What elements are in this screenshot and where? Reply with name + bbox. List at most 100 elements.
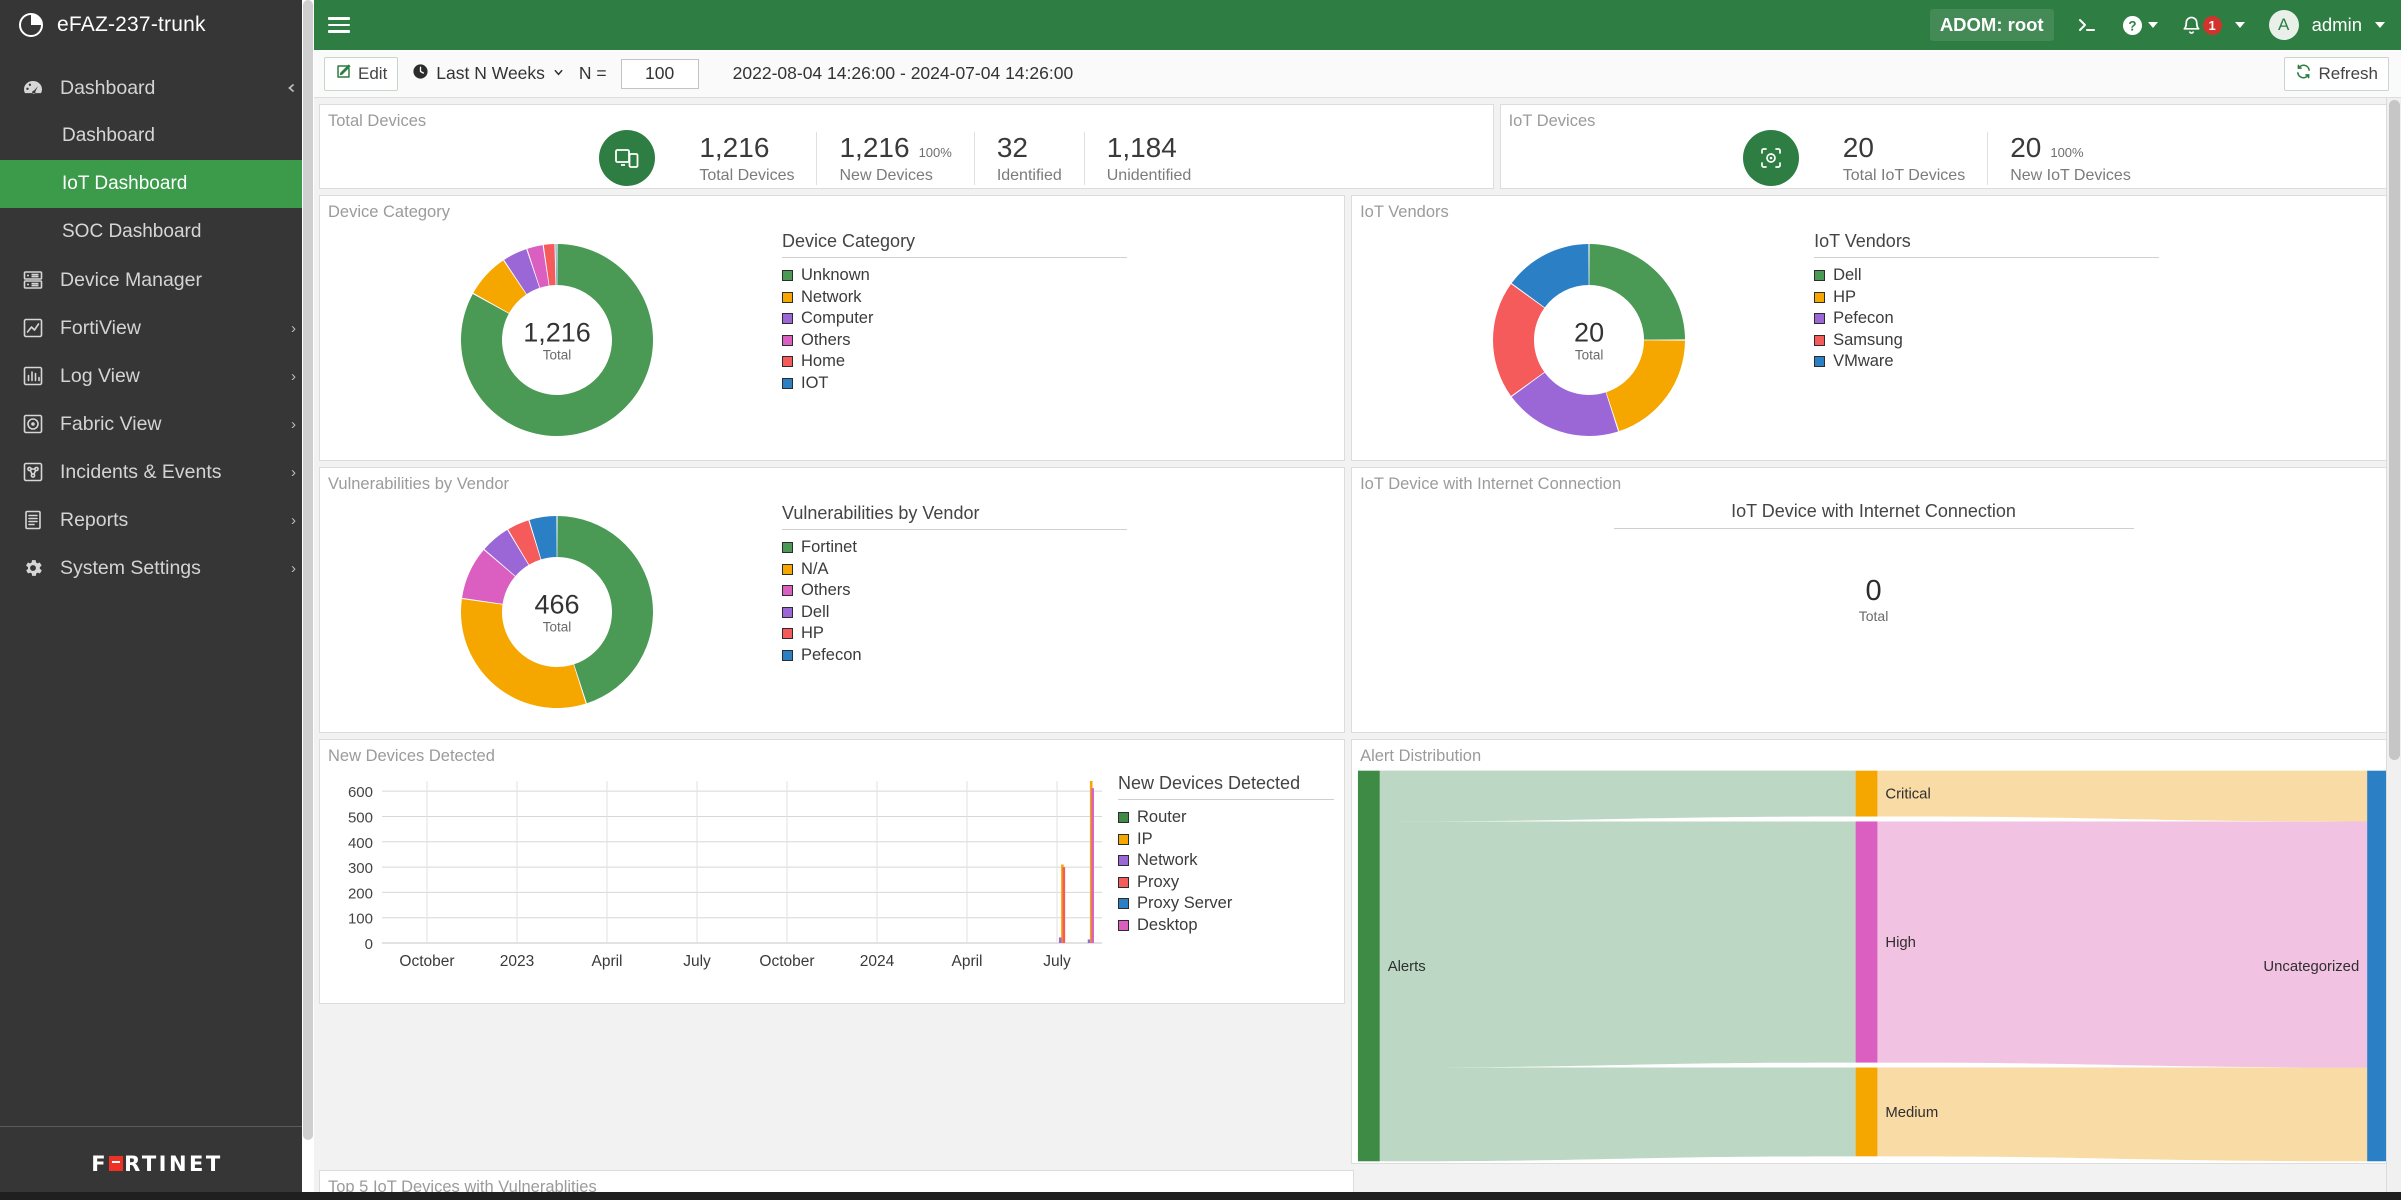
- dashboard-toolbar: Edit Last N Weeks N = 2022-08-04 14:26:0…: [314, 50, 2401, 98]
- legend-label: Others: [801, 330, 851, 349]
- dashboard-icon: [20, 75, 46, 101]
- stat-value: 20: [2010, 131, 2042, 163]
- time-period-selector[interactable]: Last N Weeks: [412, 63, 565, 85]
- alert-distribution-sankey[interactable]: Alerts Critical High Medium Uncategorized: [1352, 765, 2395, 1163]
- panel-iot-internet-connection: IoT Device with Internet Connection IoT …: [1351, 467, 2396, 733]
- legend-title: Vulnerabilities by Vendor: [782, 503, 1127, 531]
- legend-item[interactable]: HP: [1814, 287, 2159, 309]
- sidebar-item-fabric-view[interactable]: Fabric View ›: [0, 400, 314, 448]
- panel-title: Alert Distribution: [1360, 747, 1482, 765]
- sankey-link[interactable]: [1877, 770, 2368, 822]
- dashboard-content: Total Devices 1,216 Total Devices 1,216 …: [314, 98, 2401, 1200]
- legend-item[interactable]: HP: [782, 623, 1127, 645]
- donut-slice[interactable]: [555, 243, 557, 285]
- sidebar-item-device-manager[interactable]: Device Manager: [0, 256, 314, 304]
- new-devices-line-chart[interactable]: 0 100 200 300 400 500 600 October 2023 April July O…: [324, 767, 1114, 999]
- legend-item[interactable]: Pefecon: [782, 645, 1127, 667]
- sankey-node-high[interactable]: [1855, 821, 1878, 1063]
- legend-item[interactable]: Proxy: [1118, 871, 1334, 893]
- legend-item[interactable]: Dell: [1814, 265, 2159, 287]
- refresh-icon: [2295, 63, 2312, 85]
- legend-swatch: [782, 649, 793, 661]
- sankey-node-medium[interactable]: [1855, 1067, 1878, 1157]
- refresh-button[interactable]: Refresh: [2284, 56, 2389, 91]
- sankey-link[interactable]: [1877, 1067, 2368, 1162]
- legend-item[interactable]: Pefecon: [1814, 308, 2159, 330]
- chevron-right-icon: ›: [291, 415, 296, 433]
- notifications-menu[interactable]: 1: [2182, 15, 2245, 36]
- vulns-by-vendor-legend: Vulnerabilities by Vendor Fortinet N/A Oth…: [782, 497, 1127, 726]
- legend-item[interactable]: Fortinet: [782, 537, 1127, 559]
- edit-button[interactable]: Edit: [324, 56, 399, 91]
- donut-slice[interactable]: [1606, 339, 1686, 431]
- pie-logo-icon: [18, 12, 44, 38]
- sankey-link[interactable]: [1379, 821, 1856, 1068]
- y-axis-tick-label: 400: [348, 835, 373, 852]
- sankey-node-critical[interactable]: [1855, 770, 1878, 817]
- legend-item[interactable]: Unknown: [782, 265, 1127, 287]
- sankey-link[interactable]: [1379, 1067, 1856, 1162]
- legend-item[interactable]: Router: [1118, 807, 1334, 829]
- sidebar-item-incidents-events[interactable]: Incidents & Events ›: [0, 448, 314, 496]
- fabric-view-icon: [20, 411, 46, 437]
- donut-row-1: Device Category 1,216 Total Device Categ…: [319, 195, 2396, 461]
- help-icon: ?: [2122, 15, 2143, 36]
- device-category-donut[interactable]: 1,216 Total: [332, 225, 782, 454]
- vulns-by-vendor-donut[interactable]: 466 Total: [332, 497, 782, 726]
- sankey-link[interactable]: [1877, 821, 2368, 1068]
- help-menu[interactable]: ?: [2122, 15, 2158, 36]
- stat-value: 1,184: [1106, 131, 1177, 163]
- legend-label: IOT: [801, 373, 829, 392]
- legend-item[interactable]: Dell: [782, 602, 1127, 624]
- legend-item[interactable]: Samsung: [1814, 330, 2159, 352]
- sidebar-subitem-label: SOC Dashboard: [62, 221, 202, 242]
- y-axis-tick-label: 500: [348, 810, 373, 827]
- sidebar-scrollbar[interactable]: [302, 0, 314, 1200]
- sidebar-subitem-soc-dashboard[interactable]: SOC Dashboard: [0, 208, 314, 256]
- iot-vendors-donut[interactable]: 20 Total: [1364, 225, 1814, 454]
- legend-item[interactable]: Desktop: [1118, 914, 1334, 936]
- sidebar-subitem-dashboard[interactable]: Dashboard: [0, 112, 314, 160]
- legend-label: HP: [1833, 287, 1856, 306]
- incidents-events-icon: [20, 459, 46, 485]
- app-root: eFAZ-237-trunk Dashboard Dashboard IoT D…: [0, 0, 2401, 1200]
- chart-row: New Devices Detected 0 100 200 300 400 500 600…: [319, 739, 2396, 1164]
- total-label: Total: [1858, 608, 1889, 625]
- legend-item[interactable]: Proxy Server: [1118, 893, 1334, 915]
- device-manager-icon: [20, 267, 46, 293]
- sidebar-item-fortiview[interactable]: FortiView ›: [0, 304, 314, 352]
- sidebar-item-reports[interactable]: Reports ›: [0, 496, 314, 544]
- legend-item[interactable]: IOT: [782, 373, 1127, 395]
- legend-item[interactable]: Home: [782, 351, 1127, 373]
- legend-item[interactable]: Computer: [782, 308, 1127, 330]
- user-menu[interactable]: A admin: [2268, 10, 2385, 40]
- legend-item[interactable]: Network: [782, 287, 1127, 309]
- cli-console-icon[interactable]: [2076, 15, 2098, 35]
- legend-item[interactable]: VMware: [1814, 351, 2159, 373]
- sidebar-item-dashboard[interactable]: Dashboard: [0, 64, 314, 112]
- legend-label: Proxy Server: [1137, 894, 1233, 913]
- legend-swatch: [782, 563, 793, 575]
- main-area: ADOM: root ? 1 A admin Edit Last N Weeks…: [314, 0, 2401, 1200]
- sankey-link[interactable]: [1379, 770, 1856, 822]
- adom-selector[interactable]: ADOM: root: [1929, 9, 2054, 41]
- donut-slice[interactable]: [461, 598, 586, 708]
- hamburger-icon[interactable]: [328, 10, 358, 40]
- chevron-down-icon: [2234, 22, 2245, 28]
- legend-item[interactable]: IP: [1118, 828, 1334, 850]
- sidebar-item-log-view[interactable]: Log View ›: [0, 352, 314, 400]
- sidebar-subitem-iot-dashboard[interactable]: IoT Dashboard: [0, 160, 314, 208]
- legend-item[interactable]: Network: [1118, 850, 1334, 872]
- sankey-label-high: High: [1885, 935, 1916, 951]
- donut-slice[interactable]: [1589, 243, 1686, 340]
- legend-item[interactable]: N/A: [782, 559, 1127, 581]
- sidebar-item-system-settings[interactable]: System Settings ›: [0, 544, 314, 592]
- n-input[interactable]: [620, 58, 699, 89]
- sankey-node-alerts[interactable]: [1358, 770, 1380, 1162]
- chevron-right-icon: ›: [291, 367, 296, 385]
- content-scrollbar[interactable]: [2386, 98, 2401, 1200]
- legend-item[interactable]: Others: [782, 580, 1127, 602]
- sidebar-item-label: Incidents & Events: [60, 460, 222, 483]
- legend-item[interactable]: Others: [782, 330, 1127, 352]
- total-devices-summary: 1,216 Total Devices 1,216 100% New Devic…: [320, 130, 1493, 188]
